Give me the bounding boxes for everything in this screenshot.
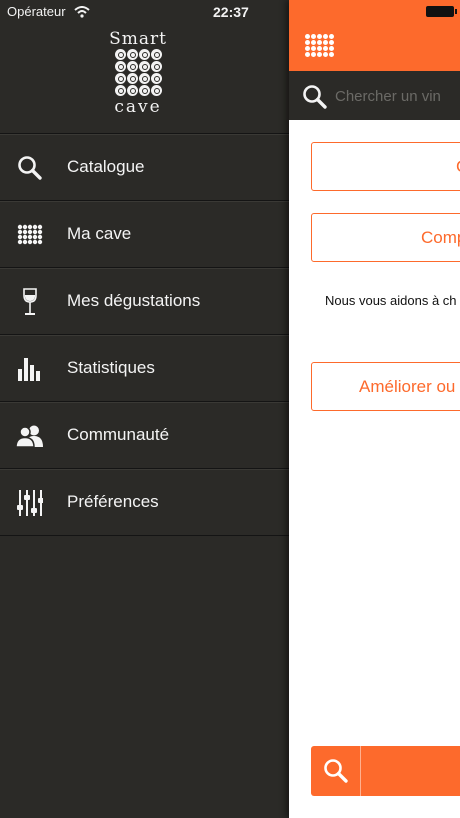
menu-label-preferences: Préférences (67, 492, 159, 511)
cellar-grid-icon (16, 221, 44, 249)
logo-grid-icon (108, 49, 168, 96)
wifi-icon (74, 5, 90, 23)
battery-icon (426, 6, 457, 17)
search-icon (302, 84, 328, 115)
menu-item-statistiques[interactable]: Statistiques (0, 335, 289, 402)
menu-label-ma-cave: Ma cave (67, 224, 132, 243)
carrier-label: Opérateur (7, 4, 66, 19)
bottom-search-bar (311, 746, 460, 796)
second-action-button[interactable]: Comp (311, 213, 460, 262)
menu-label-communaute: Communauté (67, 425, 170, 444)
status-bar: Opérateur 22:37 (0, 0, 460, 24)
status-time: 22:37 (213, 4, 249, 20)
wine-glass-icon (16, 288, 44, 316)
menu-item-preferences[interactable]: Préférences (0, 469, 289, 536)
users-icon (16, 422, 44, 450)
help-text: Nous vous aidons à ch (325, 293, 457, 308)
search-input[interactable] (335, 83, 460, 109)
first-action-button[interactable]: C (311, 142, 460, 191)
search-bar (289, 71, 460, 120)
bottom-search-button[interactable] (311, 746, 361, 796)
smart-cave-logo: Smart cave (108, 30, 168, 117)
menu-item-degustations[interactable]: Mes dégustations (0, 268, 289, 335)
menu-item-catalogue[interactable]: Catalogue (0, 134, 289, 201)
menu-item-communaute[interactable]: Communauté (0, 402, 289, 469)
logo-text-bottom: cave (114, 97, 162, 117)
side-drawer: Smart cave Catalogue Ma cave Mes dégusta… (0, 0, 289, 818)
sliders-icon (16, 489, 44, 517)
drawer-menu: Catalogue Ma cave Mes dégustations Stati… (0, 133, 289, 536)
bar-chart-icon (16, 355, 44, 383)
menu-label-statistiques: Statistiques (67, 358, 155, 377)
search-icon (16, 154, 44, 182)
cellar-menu-icon[interactable] (305, 34, 334, 57)
second-action-label: Comp (421, 227, 460, 247)
logo-text-top: Smart (109, 29, 167, 49)
menu-label-catalogue: Catalogue (67, 157, 145, 176)
menu-label-degustations: Mes dégustations (67, 291, 201, 310)
menu-item-ma-cave[interactable]: Ma cave (0, 201, 289, 268)
first-action-label: C (456, 157, 460, 177)
search-icon (323, 759, 348, 783)
main-panel: C Comp Nous vous aidons à ch Améliorer o… (289, 0, 460, 818)
improve-button-label: Améliorer ou (359, 376, 456, 396)
improve-button[interactable]: Améliorer ou (311, 362, 460, 411)
